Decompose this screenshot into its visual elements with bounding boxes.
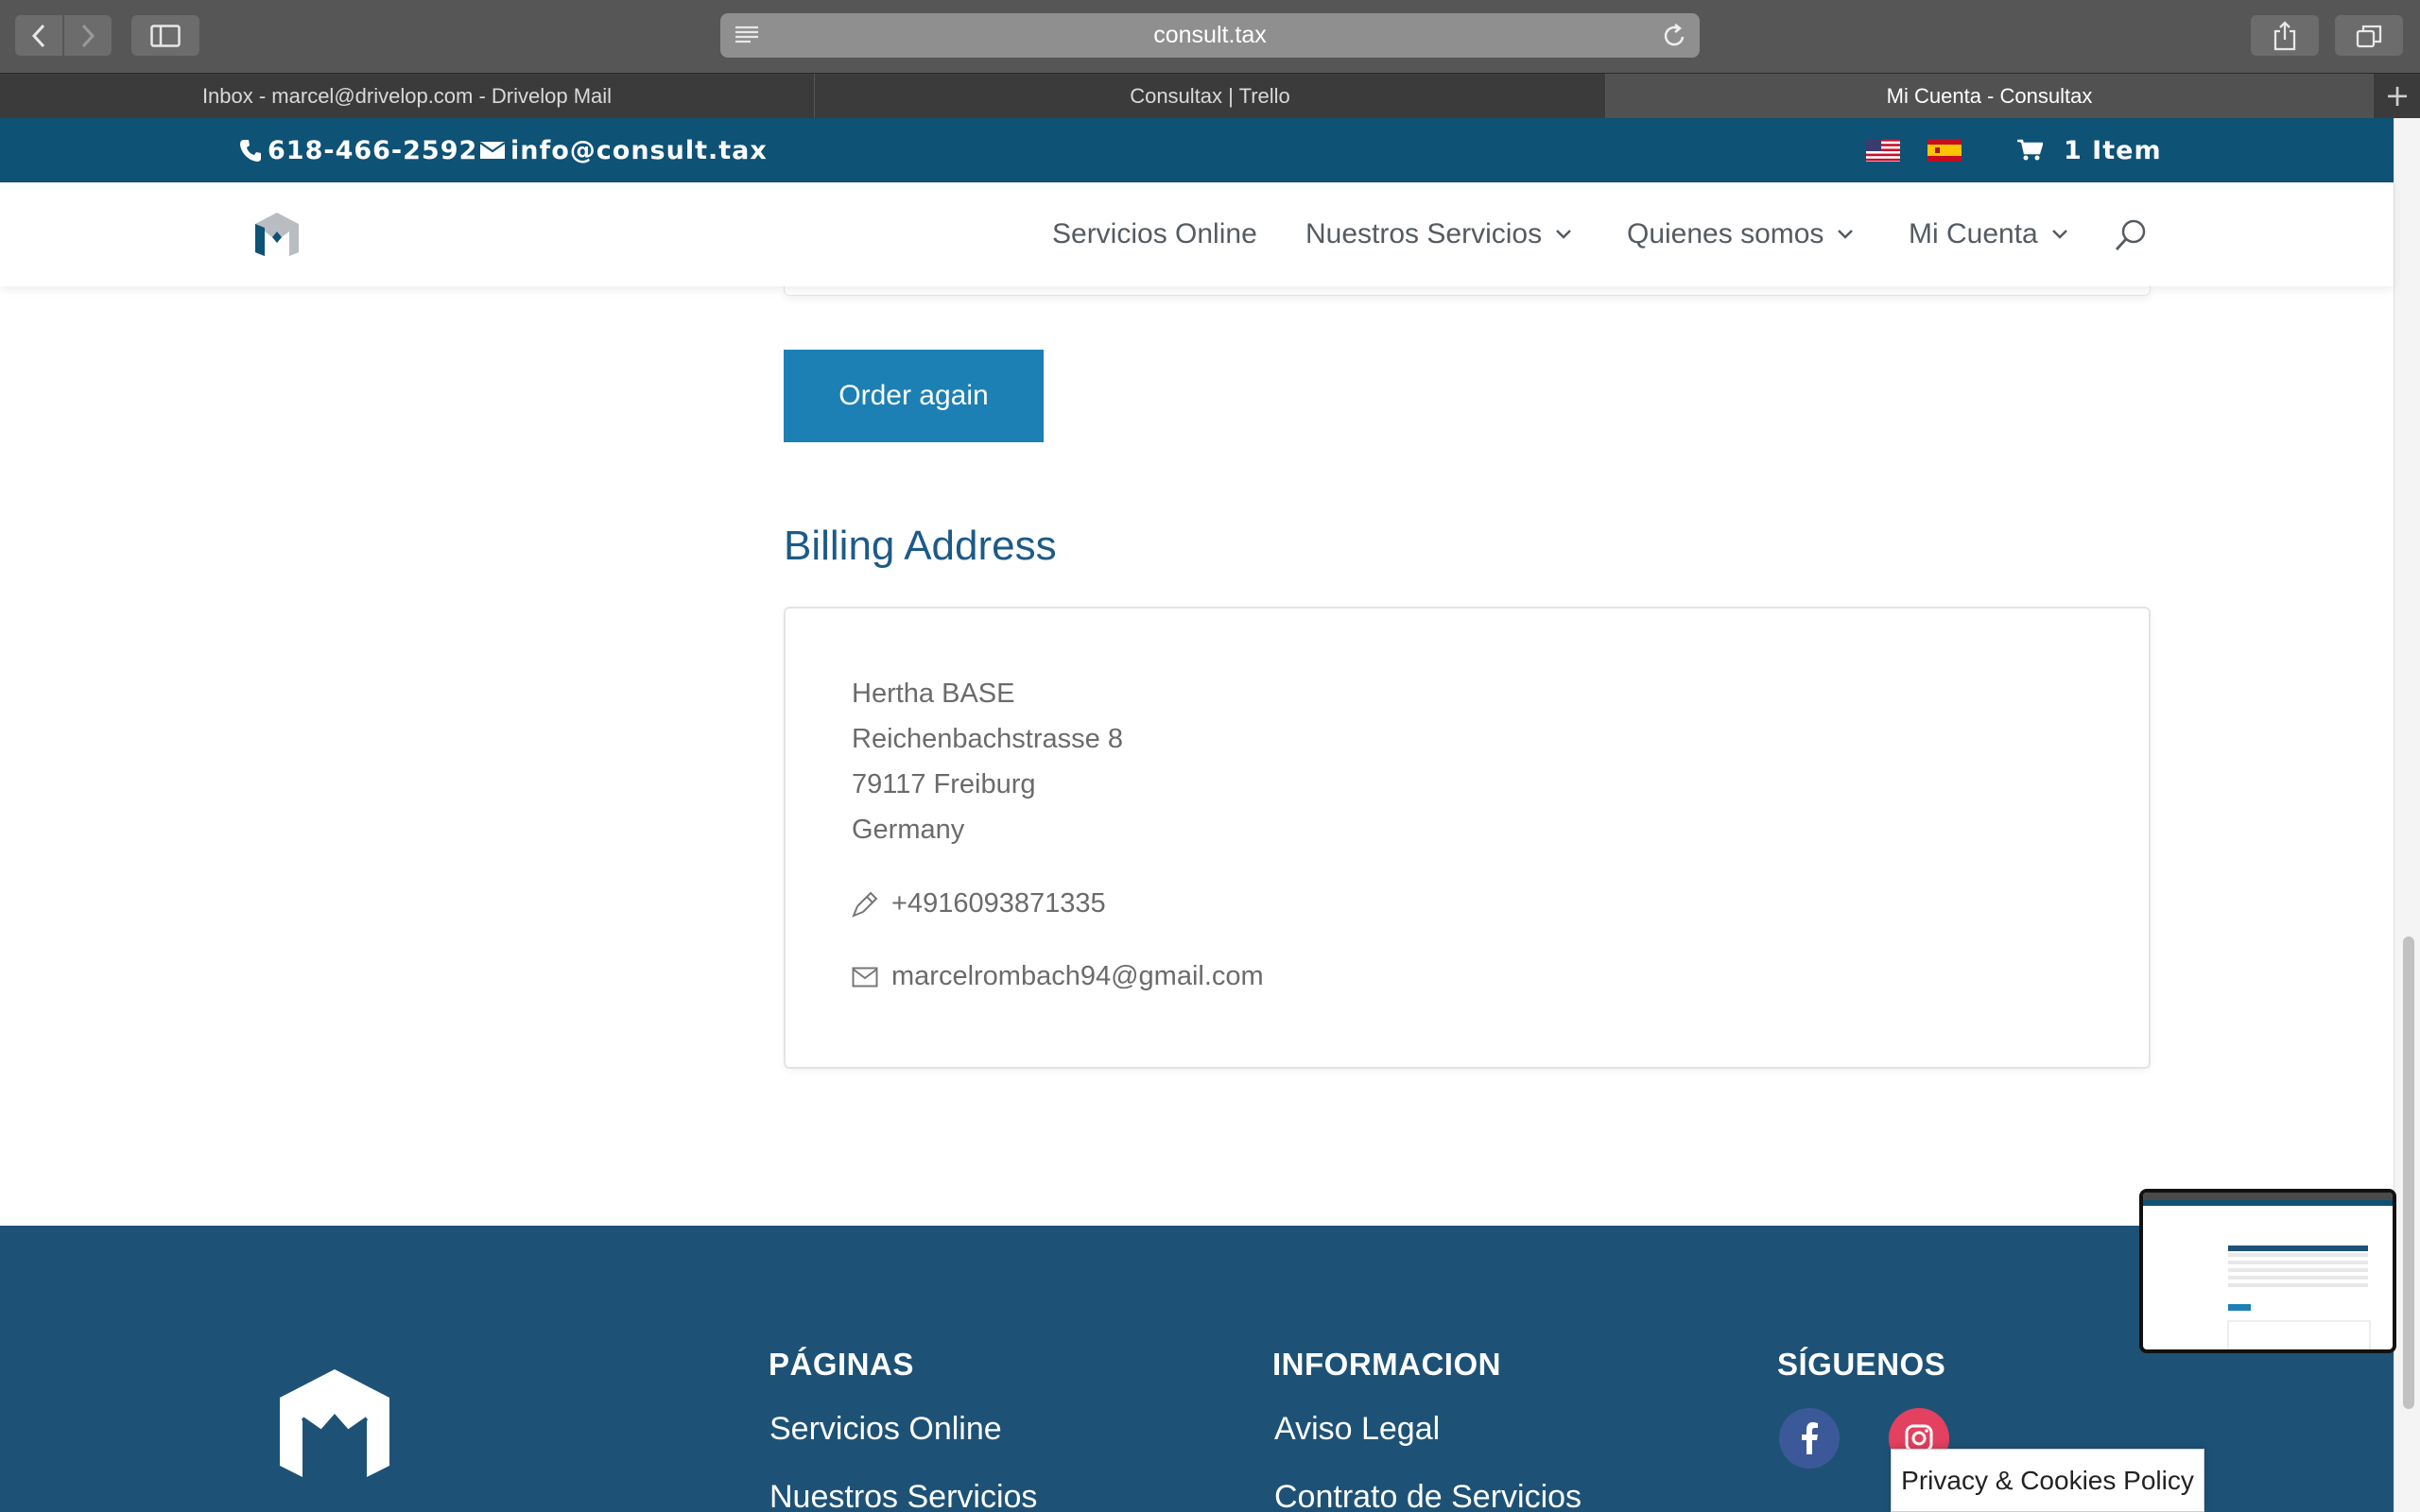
cart-icon — [2017, 139, 2043, 161]
sidebar-button[interactable] — [131, 15, 199, 56]
search-icon[interactable] — [2114, 218, 2148, 252]
phone-value: +4916093871335 — [891, 888, 1106, 919]
tab-mi-cuenta[interactable]: Mi Cuenta - Consultax — [1606, 74, 2374, 119]
share-icon — [2273, 20, 2296, 50]
email-value: marcelrombach94@gmail.com — [891, 961, 1264, 991]
mail-icon — [480, 142, 505, 159]
chevron-down-icon — [1556, 230, 1571, 239]
site-topbar: 618-466-2592 info@consult.tax 1 Item — [0, 118, 2394, 182]
address-city: 79117 Freiburg — [852, 769, 1036, 799]
billing-address-heading: Billing Address — [784, 523, 1057, 569]
nav-servicios-online[interactable]: Servicios Online — [1052, 182, 1257, 286]
phone-number: 618-466-2592 — [268, 135, 478, 165]
nav-quienes-somos[interactable]: Quienes somos — [1627, 182, 1854, 286]
order-again-button[interactable]: Order again — [784, 350, 1044, 442]
new-tab-button[interactable]: + — [2375, 74, 2420, 119]
tab-bar: Inbox - marcel@drivelop.com - Drivelop M… — [0, 73, 2420, 119]
footer-siguenos-title: SÍGUENOS — [1777, 1347, 1946, 1382]
order-details-card-edge — [784, 286, 2151, 296]
scrollbar-thumb[interactable] — [2403, 936, 2414, 1409]
page-scrollbar[interactable] — [2394, 118, 2420, 1512]
footer-link-contrato[interactable]: Contrato de Servicios — [1274, 1479, 1582, 1512]
phone-icon — [852, 891, 878, 918]
address-email: marcelrombach94@gmail.com — [852, 961, 1264, 992]
forward-icon — [81, 24, 95, 47]
toolbar: consult.tax — [0, 0, 2420, 73]
address-name: Hertha BASE — [852, 679, 1015, 709]
footer-link-aviso-legal[interactable]: Aviso Legal — [1274, 1411, 1440, 1448]
nav-label: Nuestros Servicios — [1305, 218, 1543, 249]
sidebar-icon — [150, 24, 181, 47]
tab-label: Consultax | Trello — [1130, 84, 1290, 108]
reload-icon[interactable] — [1662, 23, 1686, 49]
footer-paginas-title: PÁGINAS — [769, 1347, 914, 1382]
privacy-cookies-button[interactable]: Privacy & Cookies Policy — [1891, 1449, 2204, 1512]
es-flag-icon[interactable] — [1927, 139, 1962, 162]
facebook-button[interactable] — [1779, 1408, 1840, 1469]
facebook-icon — [1802, 1422, 1818, 1454]
site-header: Servicios Online Nuestros Servicios Quie… — [0, 182, 2394, 286]
address-street: Reichenbachstrasse 8 — [852, 724, 1123, 754]
tabs-overview-button[interactable] — [2335, 15, 2403, 56]
footer-link-servicios-online[interactable]: Servicios Online — [769, 1411, 1002, 1448]
tab-label: Mi Cuenta - Consultax — [1886, 84, 2093, 108]
tabs-overview-icon — [2356, 25, 2382, 47]
footer-link-nuestros-servicios[interactable]: Nuestros Servicios — [769, 1479, 1037, 1512]
phone-icon — [240, 140, 261, 162]
back-icon — [31, 24, 45, 47]
site-logo[interactable] — [251, 211, 302, 258]
nav-nuestros-servicios[interactable]: Nuestros Servicios — [1305, 182, 1572, 286]
forward-button[interactable] — [64, 15, 112, 56]
address-phone: +4916093871335 — [852, 888, 1106, 919]
nav-label: Quienes somos — [1627, 218, 1824, 249]
nav-label: Mi Cuenta — [1909, 218, 2038, 249]
tab-trello[interactable]: Consultax | Trello — [815, 74, 1606, 119]
url-text: consult.tax — [1153, 22, 1267, 48]
share-button[interactable] — [2251, 15, 2319, 56]
footer-informacion-title: INFORMACION — [1272, 1347, 1501, 1382]
topbar-phone[interactable]: 618-466-2592 — [239, 118, 477, 182]
mail-icon — [852, 967, 878, 987]
tab-label: Inbox - marcel@drivelop.com - Drivelop M… — [201, 84, 613, 108]
topbar-email[interactable]: info@consult.tax — [480, 118, 768, 182]
nav-mi-cuenta[interactable]: Mi Cuenta — [1909, 182, 2068, 286]
email-address: info@consult.tax — [510, 135, 768, 165]
us-flag-icon[interactable] — [1866, 139, 1900, 162]
main-content: Order again Billing Address Hertha BASE … — [0, 286, 2394, 1226]
address-bar[interactable]: consult.tax — [720, 13, 1700, 58]
tab-inbox[interactable]: Inbox - marcel@drivelop.com - Drivelop M… — [0, 74, 815, 119]
new-tab-icon: + — [2384, 77, 2411, 113]
billing-address-card: Hertha BASE Reichenbachstrasse 8 79117 F… — [784, 607, 2151, 1069]
chevron-down-icon — [1838, 230, 1854, 239]
back-button[interactable] — [15, 15, 62, 56]
nav-label: Servicios Online — [1052, 218, 1257, 249]
cart-count: 1 Item — [2064, 135, 2162, 165]
chevron-down-icon — [2051, 230, 2067, 239]
thumbnail-image — [2143, 1193, 2393, 1349]
screenshot-thumbnail[interactable] — [2139, 1189, 2396, 1353]
cart-link[interactable]: 1 Item — [2016, 118, 2162, 182]
footer-logo[interactable] — [274, 1366, 395, 1481]
address-country: Germany — [852, 815, 965, 845]
